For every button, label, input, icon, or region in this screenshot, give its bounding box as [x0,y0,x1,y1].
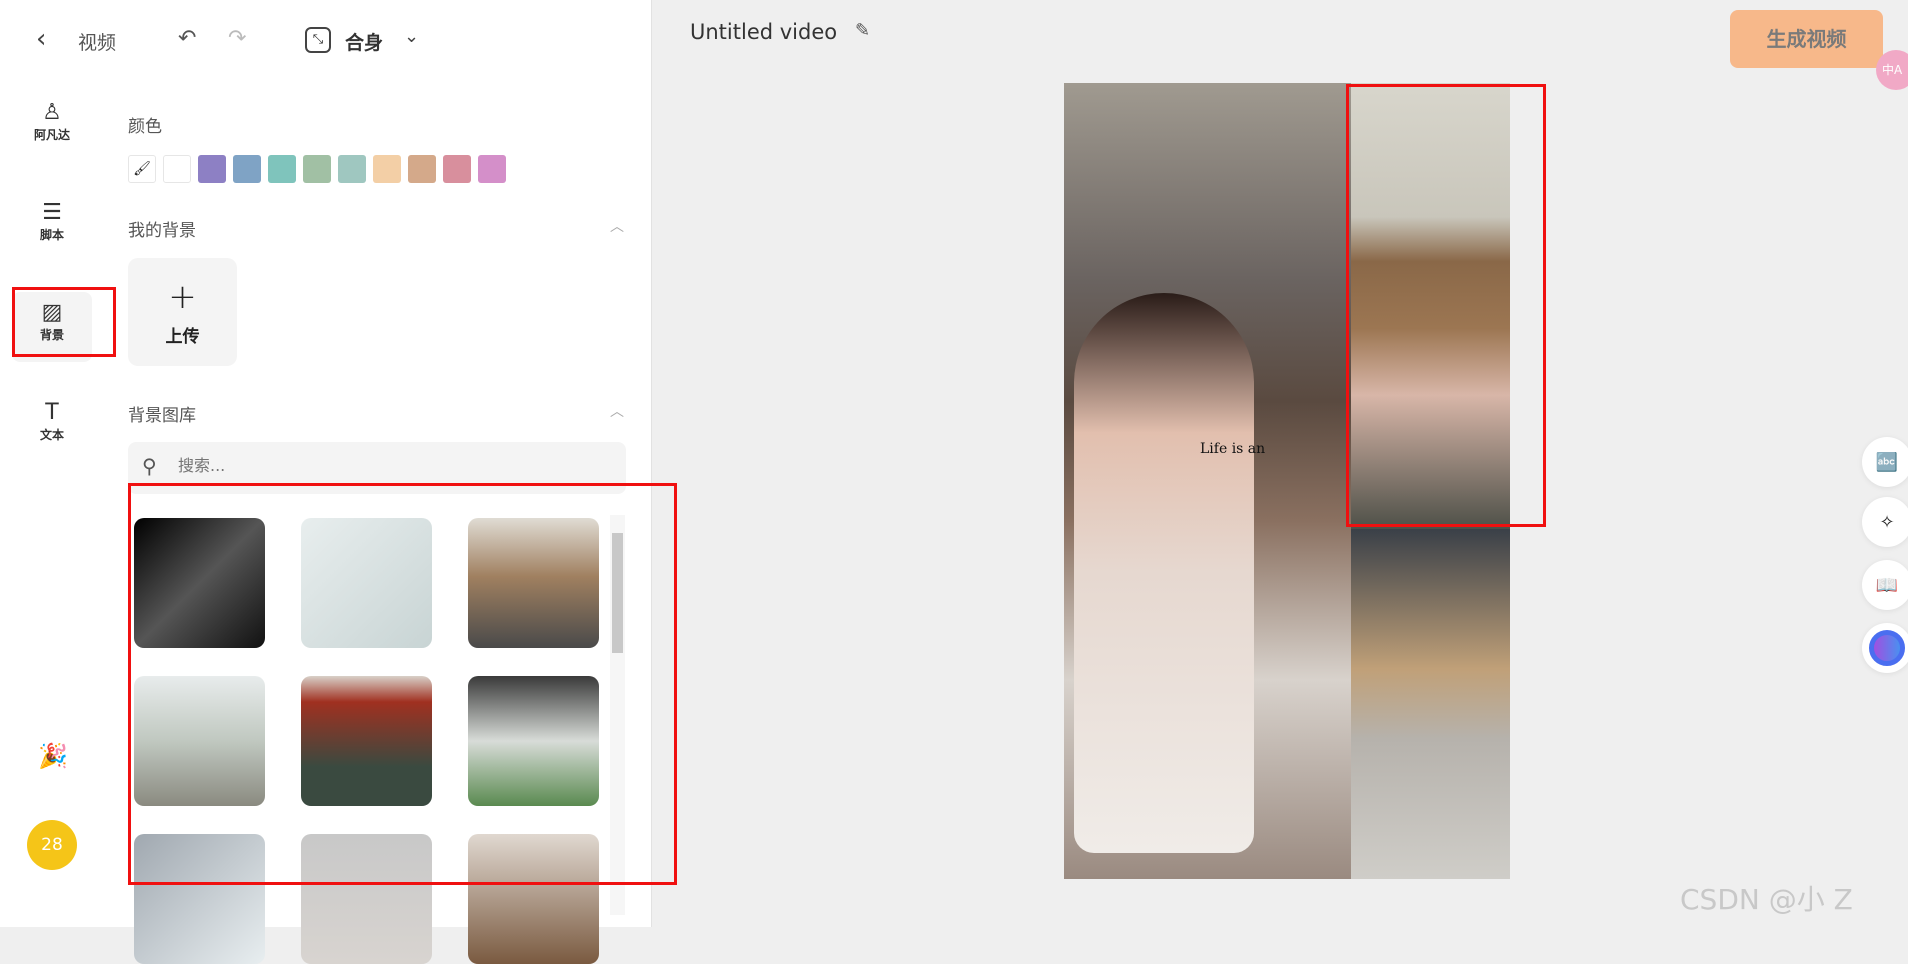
search-icon: ⚲ [142,454,157,478]
paint-roller-icon[interactable]: 🖌 [128,155,156,183]
text-icon: T [45,400,59,425]
chevron-down-icon[interactable]: ⌄ [404,26,419,47]
back-label[interactable]: 视频 [78,28,116,55]
nav-text[interactable]: T 文本 [12,400,92,443]
highlight-box [12,287,116,357]
upload-label: 上传 [165,327,200,347]
library-title: 背景图库 [128,406,196,426]
upload-button[interactable]: + 上传 [128,258,237,366]
canvas-text[interactable]: Life is an [1200,441,1265,457]
book-icon[interactable]: 📖 [1862,560,1908,610]
color-swatch[interactable] [478,155,506,183]
plus-icon: + [168,277,197,317]
left-panel: ‹ 视频 ↶ ↷ ⤡ 合身 ⌄ ♙ 阿凡达 ☰ 脚本 ▨ 背景 T 文本 🎉 28 颜色… [0,0,677,964]
avatar-image[interactable] [1064,83,1351,879]
highlight-box [1346,84,1546,527]
watermark: CSDN @小 Z [1680,883,1853,916]
nav-script[interactable]: ☰ 脚本 [12,200,92,243]
chevron-up-icon[interactable]: ︿ [610,401,624,421]
nav-avatar[interactable]: ♙ 阿凡达 [12,100,92,143]
color-swatch[interactable] [408,155,436,183]
redo-icon[interactable]: ↷ [228,26,246,51]
chevron-up-icon[interactable]: ︿ [610,216,624,236]
color-swatch[interactable] [443,155,471,183]
highlight-box [128,483,677,885]
person-icon: ♙ [42,100,62,125]
translate-icon[interactable]: 🔤 [1862,437,1908,487]
party-icon[interactable]: 🎉 [38,742,68,770]
assistant-icon[interactable] [1862,623,1908,673]
magic-book-icon[interactable]: ✧ [1862,497,1908,547]
my-backgrounds-title: 我的背景 [128,221,196,241]
back-icon[interactable]: ‹ [36,24,46,54]
pencil-icon[interactable]: ✎ [855,20,870,41]
video-title[interactable]: Untitled video [690,20,837,44]
office-floor-image [1351,529,1510,879]
color-swatch[interactable] [268,155,296,183]
credits-badge[interactable]: 28 [27,820,77,870]
color-swatch[interactable] [373,155,401,183]
generate-video-button[interactable]: 生成视频 [1730,10,1883,68]
fit-icon[interactable]: ⤡ [305,27,331,53]
script-icon: ☰ [42,200,62,225]
person-figure [1074,293,1254,853]
color-swatch[interactable] [338,155,366,183]
color-swatch[interactable] [198,155,226,183]
color-swatch[interactable] [233,155,261,183]
fit-label[interactable]: 合身 [345,28,383,55]
color-swatch[interactable] [303,155,331,183]
undo-icon[interactable]: ↶ [178,26,196,51]
search-input[interactable] [178,456,598,475]
color-title: 颜色 [128,117,162,137]
color-swatch[interactable] [163,155,191,183]
translate-badge[interactable]: 中A [1876,50,1908,90]
